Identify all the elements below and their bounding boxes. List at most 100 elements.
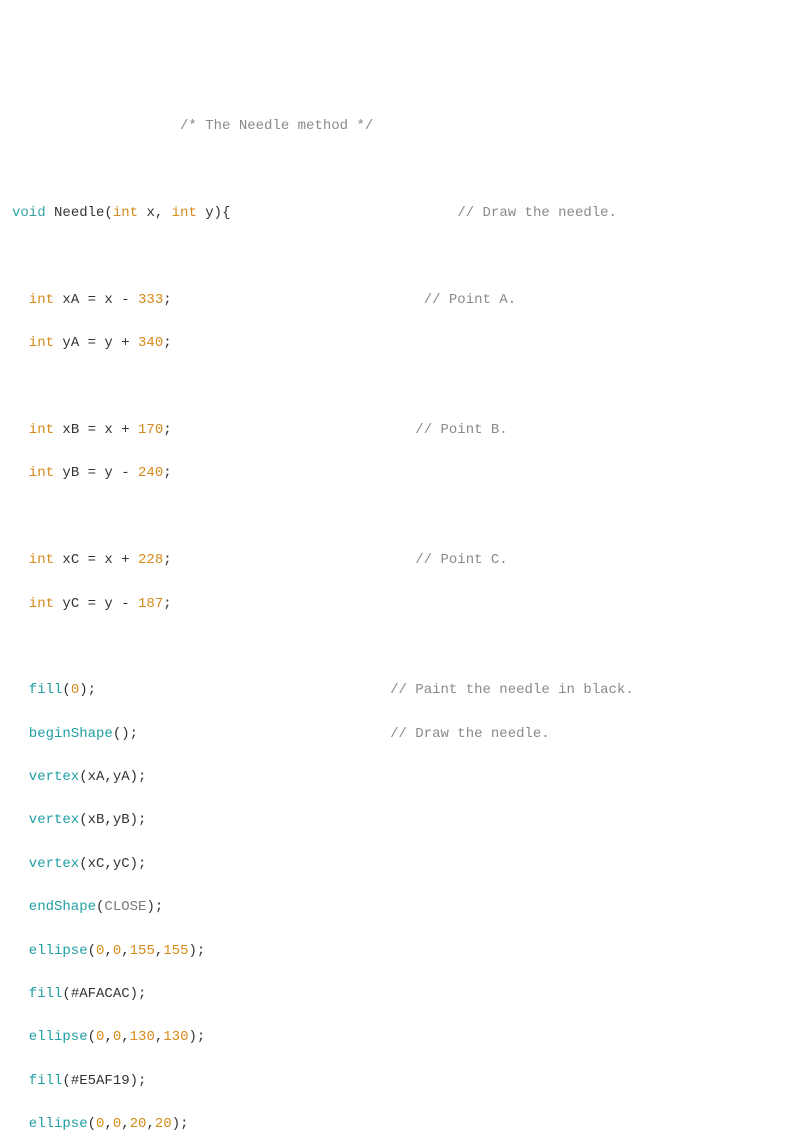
code-line: vertex(xB,yB); [12, 810, 788, 832]
code-text: , [146, 1116, 154, 1132]
code-text: xA = x - [54, 292, 138, 308]
code-text: Needle( [46, 205, 113, 221]
code-text: , [104, 943, 112, 959]
fn-vertex: vertex [12, 856, 79, 872]
literal: 333 [138, 292, 163, 308]
code-line [12, 247, 788, 269]
comment: // Point C. [415, 552, 507, 568]
code-text: yB = y - [54, 465, 138, 481]
code-text: ); [189, 943, 206, 959]
literal: 340 [138, 335, 163, 351]
code-text: (); [113, 726, 390, 742]
literal: 187 [138, 596, 163, 612]
literal: 20 [155, 1116, 172, 1132]
code-line: ellipse(0,0,155,155); [12, 941, 788, 963]
code-text: ); [146, 899, 163, 915]
code-text: xC = x + [54, 552, 138, 568]
code-text: ; [163, 335, 171, 351]
literal: 0 [71, 682, 79, 698]
code-line [12, 507, 788, 529]
keyword-void: void [12, 205, 46, 221]
fn-fill: fill [12, 986, 62, 1002]
code-text: y){ [197, 205, 457, 221]
fn-vertex: vertex [12, 769, 79, 785]
literal: 170 [138, 422, 163, 438]
literal: 130 [130, 1029, 155, 1045]
code-text: ; [163, 292, 423, 308]
code-line: beginShape(); // Draw the needle. [12, 724, 788, 746]
code-line: int yB = y - 240; [12, 463, 788, 485]
code-text: xB = x + [54, 422, 138, 438]
code-text: ( [88, 1029, 96, 1045]
code-text: ( [88, 943, 96, 959]
code-line: fill(#AFACAC); [12, 984, 788, 1006]
literal: 0 [113, 943, 121, 959]
code-text: (xB,yB); [79, 812, 146, 828]
code-text: ); [172, 1116, 189, 1132]
keyword-int: int [12, 335, 54, 351]
code-text: ( [96, 899, 104, 915]
code-text: , [121, 1116, 129, 1132]
literal: 130 [163, 1029, 188, 1045]
keyword-int: int [172, 205, 197, 221]
code-text: yA = y + [54, 335, 138, 351]
code-line [12, 637, 788, 659]
comment: // Draw the needle. [390, 726, 550, 742]
keyword-int: int [12, 465, 54, 481]
comment: // Point A. [424, 292, 516, 308]
code-text: yC = y - [54, 596, 138, 612]
fn-ellipse: ellipse [12, 1029, 88, 1045]
code-text: ( [62, 682, 70, 698]
fn-ellipse: ellipse [12, 943, 88, 959]
code-text: , [104, 1116, 112, 1132]
comment: /* The Needle method */ [12, 118, 373, 134]
code-line [12, 160, 788, 182]
code-line: vertex(xC,yC); [12, 854, 788, 876]
code-text: x, [138, 205, 172, 221]
code-text: ); [189, 1029, 206, 1045]
code-line: vertex(xA,yA); [12, 767, 788, 789]
code-line [12, 377, 788, 399]
keyword-int: int [113, 205, 138, 221]
literal: 0 [96, 943, 104, 959]
code-line: int yC = y - 187; [12, 594, 788, 616]
code-text: ; [163, 422, 415, 438]
code-text: ; [163, 465, 171, 481]
keyword-int: int [12, 422, 54, 438]
fn-fill: fill [12, 1073, 62, 1089]
code-text: , [155, 943, 163, 959]
code-text: , [121, 943, 129, 959]
code-text: ; [163, 596, 171, 612]
literal: 0 [113, 1116, 121, 1132]
code-text: , [104, 1029, 112, 1045]
code-text: (xC,yC); [79, 856, 146, 872]
code-line: ellipse(0,0,130,130); [12, 1027, 788, 1049]
fn-beginshape: beginShape [12, 726, 113, 742]
code-text: , [155, 1029, 163, 1045]
code-block: /* The Needle method */ void Needle(int … [12, 95, 788, 1146]
literal: 155 [130, 943, 155, 959]
code-text: (xA,yA); [79, 769, 146, 785]
literal: 20 [130, 1116, 147, 1132]
literal: 0 [96, 1116, 104, 1132]
code-line: endShape(CLOSE); [12, 897, 788, 919]
param-close: CLOSE [104, 899, 146, 915]
code-line: /* The Needle method */ [12, 116, 788, 138]
literal: 0 [96, 1029, 104, 1045]
literal: 228 [138, 552, 163, 568]
code-line: fill(#E5AF19); [12, 1071, 788, 1093]
keyword-int: int [12, 552, 54, 568]
code-line: void Needle(int x, int y){ // Draw the n… [12, 203, 788, 225]
fn-fill: fill [12, 682, 62, 698]
comment: // Paint the needle in black. [390, 682, 634, 698]
code-text: , [121, 1029, 129, 1045]
code-text: (#E5AF19); [62, 1073, 146, 1089]
code-text: (#AFACAC); [62, 986, 146, 1002]
literal: 155 [163, 943, 188, 959]
fn-endshape: endShape [12, 899, 96, 915]
code-line: ellipse(0,0,20,20); [12, 1114, 788, 1136]
literal: 0 [113, 1029, 121, 1045]
code-line: int yA = y + 340; [12, 333, 788, 355]
code-line: int xA = x - 333; // Point A. [12, 290, 788, 312]
comment: // Draw the needle. [457, 205, 617, 221]
